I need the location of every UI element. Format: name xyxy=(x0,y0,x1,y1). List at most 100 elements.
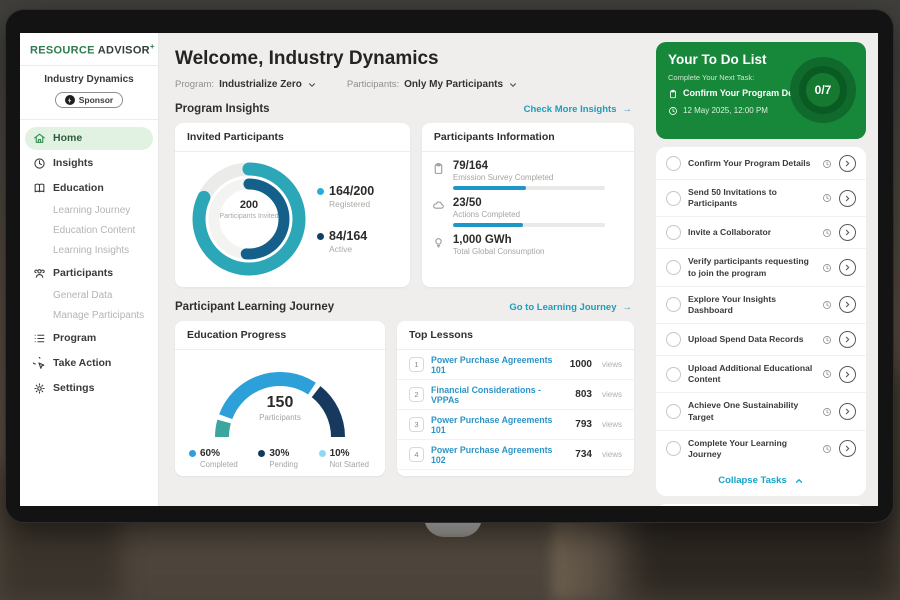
program-dropdown[interactable]: Program: Industrialize Zero xyxy=(175,79,317,90)
todo-item[interactable]: Upload Additional Educational Content xyxy=(656,356,866,393)
go-to-learning-journey-label: Go to Learning Journey xyxy=(509,302,616,313)
sidebar-item-program[interactable]: Program xyxy=(25,327,153,350)
sidebar-item-participants[interactable]: Participants xyxy=(25,262,153,285)
sidebar-item-general-data[interactable]: General Data xyxy=(25,286,153,306)
donut-center-caption: Participants Invited xyxy=(214,213,284,222)
program-label: Program: xyxy=(175,79,214,90)
views-suffix: views xyxy=(602,450,622,459)
todo-item[interactable]: Explore Your Insights Dashboard xyxy=(656,287,866,324)
chevron-down-icon xyxy=(508,80,518,90)
todo-progress-ring: 0/7 xyxy=(790,57,856,123)
task-checkbox[interactable] xyxy=(666,367,681,382)
sponsor-badge: Sponsor xyxy=(55,92,123,108)
lesson-row: 5 Power Purchase Agreements 103 600 view… xyxy=(397,470,634,476)
chevron-down-icon xyxy=(307,80,317,90)
task-open-button[interactable] xyxy=(839,224,856,241)
program-insights-title: Program Insights xyxy=(175,103,270,115)
education-progress-card: Education Progress 150 Participants 60% … xyxy=(175,321,385,476)
sidebar-item-insights[interactable]: Insights xyxy=(25,152,153,175)
gauge-legend: 60% Completed 30% Pending xyxy=(175,443,385,469)
legend-registered: 164/200 Registered xyxy=(317,184,374,209)
actions-completed-progressbar xyxy=(453,223,605,227)
todo-item[interactable]: Send 50 Invitations to Participants xyxy=(656,180,866,217)
completed-label: Completed xyxy=(200,460,238,469)
lesson-rank: 1 xyxy=(409,357,424,372)
task-checkbox[interactable] xyxy=(666,260,681,275)
todo-item[interactable]: Confirm Your Program Details xyxy=(656,148,866,180)
emission-survey-label: Emission Survey Completed xyxy=(453,173,605,182)
invited-participants-card: Invited Participants 200 Participants In… xyxy=(175,123,410,287)
task-label: Achieve One Sustainability Target xyxy=(688,400,815,422)
lesson-link[interactable]: Power Purchase Agreements 103 xyxy=(431,475,568,477)
task-open-button[interactable] xyxy=(839,403,856,420)
task-checkbox[interactable] xyxy=(666,191,681,206)
task-checkbox[interactable] xyxy=(666,225,681,240)
participants-information-card: Participants Information 79/164 Emission… xyxy=(422,123,634,287)
sidebar-item-learning-journey[interactable]: Learning Journey xyxy=(25,201,153,221)
lesson-link[interactable]: Power Purchase Agreements 101 xyxy=(431,415,568,435)
collapse-tasks-label: Collapse Tasks xyxy=(718,475,786,486)
lesson-link[interactable]: Power Purchase Agreements 102 xyxy=(431,445,568,465)
recent-news-card: Recent News xyxy=(656,504,866,506)
org-block: Industry Dynamics Sponsor xyxy=(20,66,158,120)
monitor-bezel: RESOURCE ADVISOR+ Industry Dynamics Spon… xyxy=(6,10,893,522)
sidebar-item-home[interactable]: Home xyxy=(25,127,153,150)
task-checkbox[interactable] xyxy=(666,441,681,456)
views-suffix: views xyxy=(602,420,622,429)
gauge-center-caption: Participants xyxy=(175,413,385,422)
donut-legend: 164/200 Registered 84/164 Active xyxy=(317,184,374,254)
task-checkbox[interactable] xyxy=(666,404,681,419)
clock-icon xyxy=(668,106,678,116)
task-open-button[interactable] xyxy=(839,331,856,348)
task-open-button[interactable] xyxy=(839,155,856,172)
legend-active: 84/164 Active xyxy=(317,229,374,254)
not-started-pct: 10% xyxy=(330,448,369,459)
sidebar-item-settings[interactable]: Settings xyxy=(25,377,153,400)
task-checkbox[interactable] xyxy=(666,156,681,171)
todo-item[interactable]: Complete Your Learning Journey xyxy=(656,431,866,467)
task-checkbox[interactable] xyxy=(666,297,681,312)
sidebar-item-education[interactable]: Education xyxy=(25,177,153,200)
todo-item[interactable]: Verify participants requesting to join t… xyxy=(656,249,866,286)
sidebar-item-education-content[interactable]: Education Content xyxy=(25,221,153,241)
sidebar-item-label: Home xyxy=(53,132,82,144)
lesson-row: 1 Power Purchase Agreements 101 1000 vie… xyxy=(397,350,634,380)
filters-row: Program: Industrialize Zero Participants… xyxy=(175,79,634,90)
collapse-tasks-button[interactable]: Collapse Tasks xyxy=(656,467,866,495)
todo-item[interactable]: Invite a Collaborator xyxy=(656,217,866,249)
task-label: Upload Spend Data Records xyxy=(688,334,815,345)
registered-label: Registered xyxy=(329,199,374,209)
sidebar-item-take-action[interactable]: Take Action xyxy=(25,352,153,375)
donut-center-value: 200 xyxy=(214,199,284,211)
gauge-segment xyxy=(222,422,224,438)
program-value: Industrialize Zero xyxy=(219,79,302,90)
emission-survey-value: 79/164 xyxy=(453,160,605,172)
task-open-button[interactable] xyxy=(839,366,856,383)
sidebar-item-label: Manage Participants xyxy=(53,310,144,321)
task-checkbox[interactable] xyxy=(666,332,681,347)
task-open-button[interactable] xyxy=(839,296,856,313)
lesson-views: 1000 xyxy=(570,359,592,370)
participants-dropdown[interactable]: Participants: Only My Participants xyxy=(347,79,518,90)
emission-survey-stat: 79/164 Emission Survey Completed xyxy=(432,160,622,190)
lesson-link[interactable]: Power Purchase Agreements 101 xyxy=(431,355,563,375)
consumption-value: 1,000 GWh xyxy=(453,234,545,246)
todo-item[interactable]: Upload Spend Data Records xyxy=(656,324,866,356)
check-more-insights-link[interactable]: Check More Insights → xyxy=(524,104,632,115)
active-dot xyxy=(317,233,324,240)
task-label: Explore Your Insights Dashboard xyxy=(688,294,815,316)
todo-item[interactable]: Achieve One Sustainability Target xyxy=(656,393,866,430)
sponsor-icon xyxy=(65,95,75,105)
task-open-button[interactable] xyxy=(839,440,856,457)
clock-icon xyxy=(822,335,832,345)
task-open-button[interactable] xyxy=(839,259,856,276)
go-to-learning-journey-link[interactable]: Go to Learning Journey → xyxy=(509,302,632,313)
lesson-link[interactable]: Financial Considerations - VPPAs xyxy=(431,385,568,405)
invited-participants-title: Invited Participants xyxy=(175,123,410,152)
pending-pct: 30% xyxy=(269,448,298,459)
clock-icon xyxy=(822,228,832,238)
sidebar-item-learning-insights[interactable]: Learning Insights xyxy=(25,241,153,261)
task-open-button[interactable] xyxy=(839,190,856,207)
legend-completed: 60% Completed xyxy=(189,448,238,469)
sidebar-item-manage-participants[interactable]: Manage Participants xyxy=(25,306,153,326)
